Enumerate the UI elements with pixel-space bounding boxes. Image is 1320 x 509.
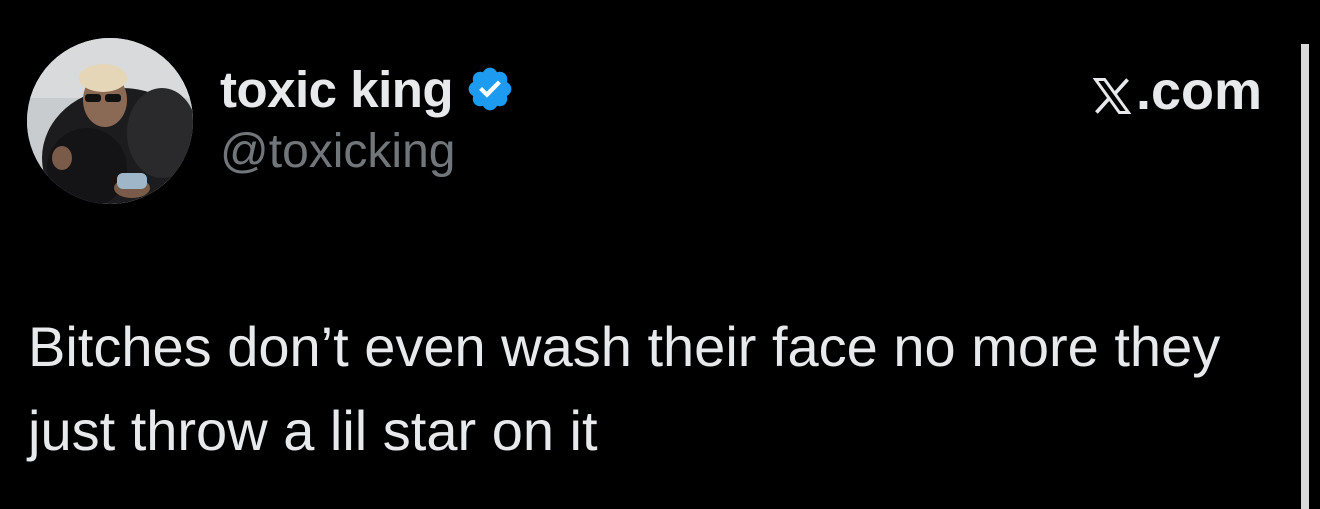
divider (1301, 44, 1309, 509)
handle[interactable]: @toxicking (220, 124, 515, 179)
tweet-card: toxic king @toxicking .com Bitches don’t… (0, 0, 1320, 509)
x-logo-icon (1090, 69, 1134, 114)
source-label: .com (1135, 61, 1262, 121)
avatar[interactable] (27, 38, 193, 204)
avatar-photo (27, 38, 193, 204)
source-link[interactable]: .com (1090, 60, 1262, 122)
author-block: toxic king @toxicking (220, 58, 515, 179)
verified-badge-icon (465, 64, 515, 114)
tweet-text: Bitches don’t even wash their face no mo… (28, 315, 1221, 462)
author-name-row: toxic king (220, 58, 515, 120)
display-name[interactable]: toxic king (220, 60, 454, 119)
